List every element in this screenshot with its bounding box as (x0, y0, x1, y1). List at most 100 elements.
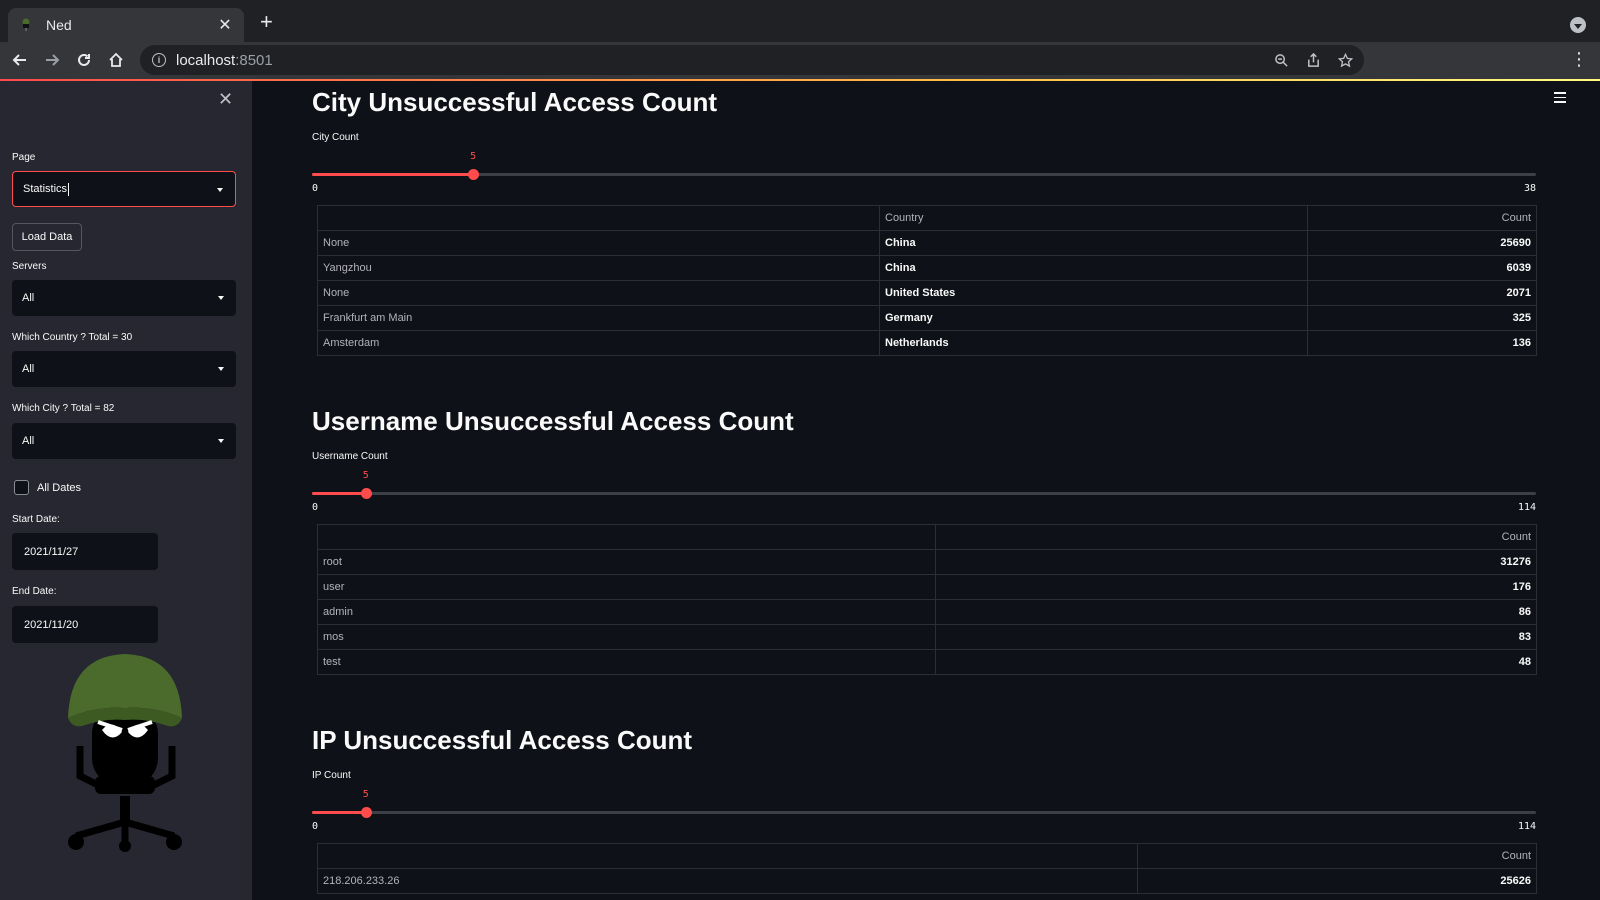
address-bar[interactable]: i localhost:8501 (140, 45, 1364, 75)
slider-max: 38 (1523, 183, 1536, 194)
reload-icon[interactable] (72, 48, 96, 72)
ip-slider-label: IP Count (312, 770, 351, 781)
site-info-icon[interactable]: i (152, 53, 166, 67)
cell-count: 86 (935, 599, 1537, 625)
browser-menu-icon[interactable]: ⋮ (1570, 50, 1588, 68)
browser-tab[interactable]: Ned ✕ (8, 8, 244, 42)
slider-track (312, 173, 1536, 176)
tab-title: Ned (46, 17, 72, 33)
cell-country: United States (879, 280, 1308, 306)
slider-min: 0 (312, 502, 319, 513)
main-content: City Unsuccessful Access Count City Coun… (252, 81, 1600, 900)
mascot-logo-icon (68, 654, 182, 852)
tab-search-icon[interactable] (1570, 17, 1586, 33)
cell-count: 136 (1307, 330, 1537, 356)
username-section: Username Unsuccessful Access Count Usern… (312, 406, 1542, 675)
country-label: Which Country ? Total = 30 (12, 332, 133, 343)
city-count-slider[interactable]: 5 0 38 (312, 145, 1542, 194)
row-index: None (317, 230, 880, 256)
table-header-row: Country Count (317, 205, 1537, 231)
end-date-input[interactable]: 2021/11/20 (12, 606, 158, 643)
cell-count: 176 (935, 574, 1537, 600)
home-icon[interactable] (104, 48, 128, 72)
slider-value: 5 (470, 151, 477, 162)
slider-track (312, 492, 1536, 495)
city-slider-label: City Count (312, 132, 359, 143)
cell-count: 48 (935, 649, 1537, 675)
all-dates-label: All Dates (37, 481, 82, 494)
back-icon[interactable] (8, 48, 32, 72)
new-tab-icon[interactable]: + (260, 11, 273, 33)
column-header (317, 524, 936, 550)
favicon-icon (18, 17, 34, 33)
slider-value: 5 (362, 789, 369, 800)
hamburger-menu-icon[interactable] (1554, 92, 1566, 106)
row-index: mos (317, 624, 936, 650)
table-row: user 176 (317, 574, 1537, 600)
page-select-value: Statistics (23, 183, 68, 195)
username-count-slider[interactable]: 5 0 114 (312, 464, 1542, 513)
column-header (317, 843, 1138, 869)
chevron-down-icon (218, 296, 224, 300)
load-data-button[interactable]: Load Data (12, 223, 82, 251)
all-dates-checkbox[interactable] (14, 480, 29, 495)
row-index: 218.206.233.26 (317, 868, 1138, 894)
cell-count: 2071 (1307, 280, 1537, 306)
start-date-input[interactable]: 2021/11/27 (12, 533, 158, 570)
row-index: None (317, 280, 880, 306)
servers-select-value: All (22, 292, 35, 304)
table-row: mos 83 (317, 624, 1537, 650)
cell-count: 25626 (1137, 868, 1537, 894)
zoom-icon[interactable] (1272, 51, 1290, 69)
servers-label: Servers (12, 261, 47, 272)
forward-icon[interactable] (40, 48, 64, 72)
browser-toolbar: i localhost:8501 ⋮ (0, 42, 1600, 79)
slider-thumb[interactable] (360, 807, 372, 818)
row-index: admin (317, 599, 936, 625)
country-select-value: All (22, 363, 35, 375)
share-icon[interactable] (1304, 51, 1322, 69)
slider-thumb[interactable] (468, 169, 480, 180)
cell-count: 325 (1307, 305, 1537, 331)
cell-count: 6039 (1307, 255, 1537, 281)
slider-thumb[interactable] (360, 488, 372, 499)
page-select[interactable]: Statistics (12, 171, 236, 207)
city-table: Country Count None China 25690 Yangzhou … (317, 205, 1537, 356)
slider-max: 114 (1517, 502, 1536, 513)
ip-count-slider[interactable]: 5 0 114 (312, 783, 1542, 832)
table-row: 218.206.233.26 25626 (317, 868, 1537, 894)
table-row: Frankfurt am Main Germany 325 (317, 305, 1537, 331)
url-port: :8501 (235, 51, 273, 69)
row-index: Yangzhou (317, 255, 880, 281)
cell-count: 31276 (935, 549, 1537, 575)
bookmark-star-icon[interactable] (1336, 51, 1354, 69)
all-dates-checkbox-row[interactable]: All Dates (14, 480, 81, 495)
country-select[interactable]: All (12, 351, 236, 387)
slider-fill (312, 173, 474, 176)
table-header-row: Count (317, 524, 1537, 550)
column-header: Count (935, 524, 1537, 550)
servers-select[interactable]: All (12, 280, 236, 316)
table-row: Yangzhou China 6039 (317, 255, 1537, 281)
city-select-value: All (22, 435, 35, 447)
ip-section: IP Unsuccessful Access Count IP Count 5 … (312, 725, 1542, 894)
sidebar: ✕ Page Statistics Load Data Servers All … (0, 81, 252, 900)
cell-country: China (879, 255, 1308, 281)
city-select[interactable]: All (12, 423, 236, 459)
slider-min: 0 (312, 821, 319, 832)
city-section: City Unsuccessful Access Count City Coun… (312, 87, 1542, 356)
sidebar-close-icon[interactable]: ✕ (218, 89, 233, 110)
table-row: root 31276 (317, 549, 1537, 575)
end-date-label: End Date: (12, 586, 57, 597)
slider-max: 114 (1517, 821, 1536, 832)
start-date-label: Start Date: (12, 514, 60, 525)
chevron-down-icon (218, 367, 224, 371)
tab-close-icon[interactable]: ✕ (216, 15, 234, 35)
row-index: root (317, 549, 936, 575)
cell-country: Germany (879, 305, 1308, 331)
chevron-down-icon (218, 439, 224, 443)
url-host: localhost (176, 51, 236, 69)
username-slider-label: Username Count (312, 451, 388, 462)
browser-tab-bar: Ned ✕ + (0, 0, 1600, 42)
chevron-down-icon (217, 188, 223, 192)
